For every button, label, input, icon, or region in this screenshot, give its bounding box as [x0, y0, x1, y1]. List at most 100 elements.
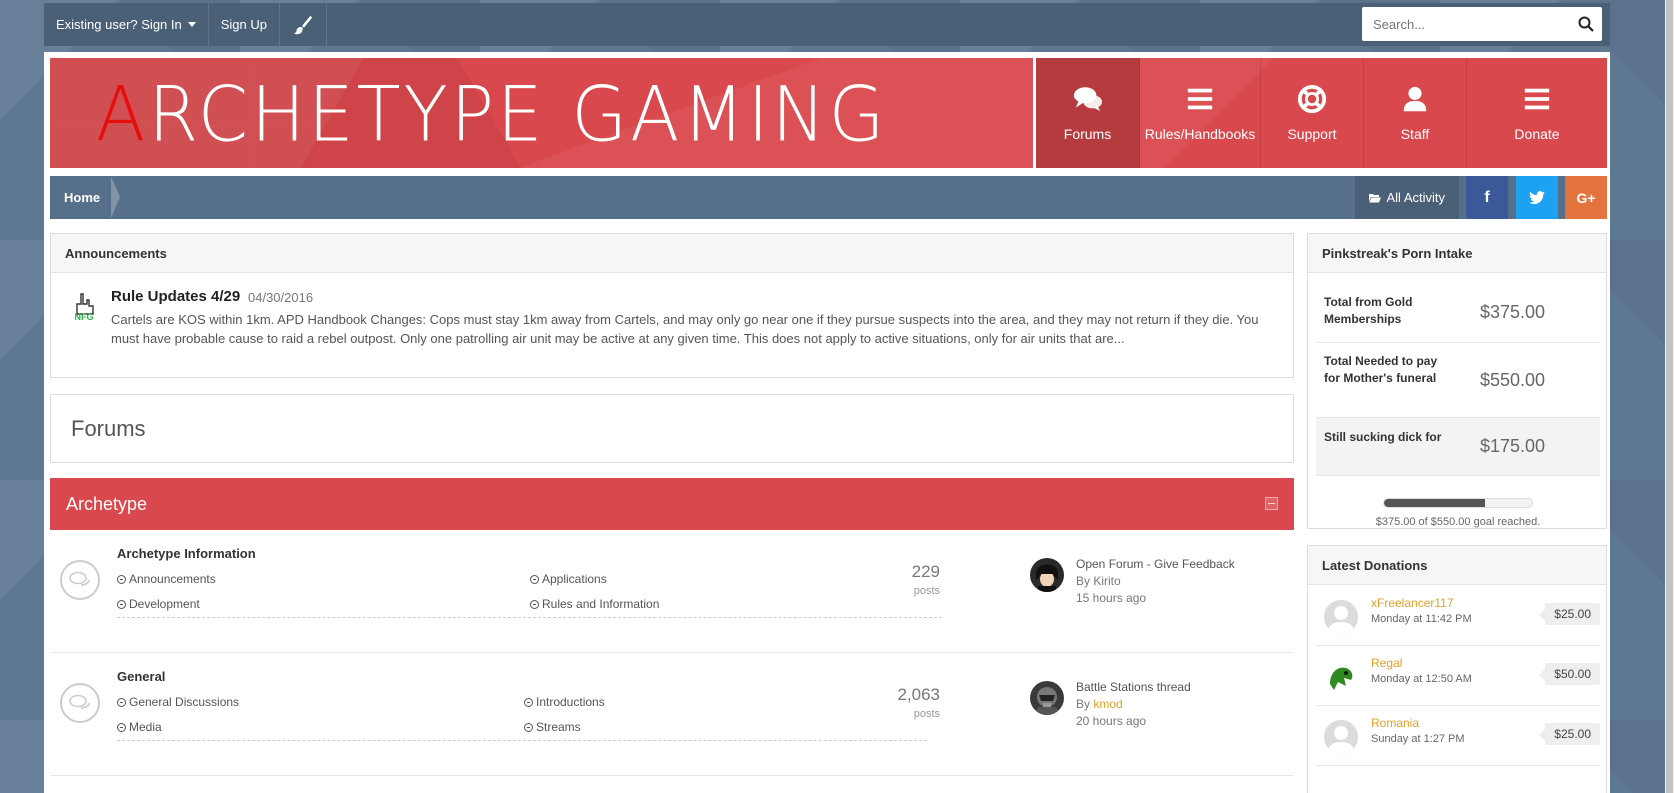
sign-up-link[interactable]: Sign Up: [209, 3, 280, 46]
theme-button[interactable]: [280, 3, 327, 46]
donation-goal-widget: Pinkstreak's Porn Intake Total from Gold…: [1307, 233, 1607, 529]
nav-rules[interactable]: Rules/Handbooks: [1140, 58, 1261, 168]
announcement-title[interactable]: Rule Updates 4/29: [111, 288, 240, 305]
subforum-icon: [117, 574, 126, 584]
facebook-button[interactable]: f: [1466, 176, 1508, 219]
scrollbar[interactable]: [1665, 0, 1674, 793]
subforum-link[interactable]: Applications: [530, 572, 607, 586]
breadcrumb-home-label: Home: [64, 190, 101, 205]
post-count-label: posts: [913, 585, 940, 597]
goal-progress-text: $375.00 of $550.00 goal reached.: [1375, 516, 1541, 528]
sign-up-label: Sign Up: [220, 17, 267, 32]
all-activity-label: All Activity: [1386, 190, 1445, 205]
subforum-link[interactable]: Announcements: [117, 572, 216, 586]
post-count: 2,063: [897, 685, 940, 704]
divider: [117, 740, 927, 741]
forum-comments-icon: [60, 683, 100, 723]
subforum-label: Streams: [536, 720, 581, 734]
comments-icon: [1073, 87, 1102, 112]
last-post-title[interactable]: Battle Stations thread: [1076, 680, 1191, 694]
all-activity-button[interactable]: All Activity: [1355, 176, 1459, 219]
subforum-link[interactable]: Introductions: [524, 695, 605, 709]
goal-row-label: Total from Gold Memberships: [1324, 295, 1413, 326]
twitter-button[interactable]: [1516, 176, 1558, 219]
announcements-heading: Announcements: [51, 234, 1293, 273]
user-bar: Existing user? Sign In Sign Up: [44, 3, 1610, 46]
goal-row: Total from Gold Memberships $375.00: [1316, 280, 1600, 343]
goal-row-label: Total Needed to pay for Mother's funeral: [1324, 354, 1438, 385]
post-count: 229: [911, 562, 940, 581]
bars-icon: [1524, 88, 1550, 110]
goal-row-amount: $550.00: [1480, 370, 1546, 390]
collapse-icon[interactable]: [1265, 497, 1278, 510]
google-plus-button[interactable]: G+: [1565, 176, 1607, 219]
donation-item: Regal Monday at 12:50 AM $50.00: [1316, 646, 1600, 706]
sign-in-label: Existing user? Sign In: [56, 17, 182, 32]
breadcrumb: Home All Activity f G+: [50, 176, 1607, 219]
last-post-time: 20 hours ago: [1076, 714, 1147, 728]
facebook-icon: f: [1484, 188, 1490, 206]
subforum-link[interactable]: Rules and Information: [530, 597, 659, 611]
search-input[interactable]: [1362, 7, 1570, 41]
announcements-widget: Announcements NFG Rule Updates 4/29 04/3…: [50, 233, 1294, 378]
goal-widget-heading: Pinkstreak's Porn Intake: [1308, 234, 1606, 273]
subforum-icon: [524, 697, 533, 707]
google-plus-icon: G+: [1576, 189, 1596, 206]
goal-row: Total Needed to pay for Mother's funeral…: [1316, 343, 1600, 418]
last-post-title[interactable]: Open Forum - Give Feedback: [1076, 557, 1235, 571]
page-container: ARCHETYPE GAMING Forums Rules/Handbooks: [44, 52, 1610, 793]
goal-row-amount: $175.00: [1480, 436, 1546, 456]
forums-heading: Forums: [71, 415, 146, 441]
nav-staff[interactable]: Staff: [1364, 58, 1467, 168]
search-icon[interactable]: [1570, 7, 1602, 41]
subforum-label: Introductions: [536, 695, 605, 709]
divider: [117, 617, 942, 618]
author-name[interactable]: kmod: [1093, 697, 1122, 711]
avatar[interactable]: [1030, 681, 1064, 715]
lifebuoy-icon: [1297, 84, 1327, 114]
goal-progress-fill: [1384, 499, 1485, 507]
caret-down-icon: [187, 22, 196, 27]
nav-forums[interactable]: Forums: [1036, 58, 1140, 168]
nav-donate[interactable]: Donate: [1467, 58, 1607, 168]
avatar[interactable]: [1030, 558, 1064, 592]
bars-icon: [1187, 88, 1213, 110]
goal-progress-bar: [1383, 498, 1533, 508]
sign-in-dropdown[interactable]: Existing user? Sign In: [44, 3, 209, 46]
donations-heading: Latest Donations: [1308, 546, 1606, 585]
twitter-icon: [1529, 190, 1545, 204]
goal-row: Still sucking dick for $175.00: [1316, 418, 1600, 476]
logo-banner[interactable]: ARCHETYPE GAMING: [50, 58, 1033, 168]
folder-open-icon: [1369, 193, 1382, 202]
donor-name[interactable]: Regal: [1371, 656, 1402, 670]
subforum-link[interactable]: Streams: [524, 720, 581, 734]
announcement-avatar[interactable]: NFG: [67, 290, 101, 324]
subforum-link[interactable]: Media: [117, 720, 162, 734]
announcement-date: 04/30/2016: [248, 290, 314, 305]
avatar[interactable]: [1324, 720, 1358, 754]
breadcrumb-home[interactable]: Home: [50, 176, 121, 219]
category-title[interactable]: Archetype: [66, 494, 147, 515]
subforum-label: Announcements: [129, 572, 216, 586]
scrollbar-thumb[interactable]: [1666, 0, 1673, 793]
author-name[interactable]: Kirito: [1093, 574, 1120, 588]
forum-title[interactable]: General: [117, 669, 165, 684]
subforum-label: Media: [129, 720, 162, 734]
avatar[interactable]: [1324, 660, 1358, 694]
nav-support[interactable]: Support: [1261, 58, 1364, 168]
subforum-link[interactable]: Development: [117, 597, 200, 611]
subforum-label: Applications: [542, 572, 607, 586]
donation-item: Romania Sunday at 1:27 PM $25.00: [1316, 706, 1600, 766]
avatar[interactable]: [1324, 600, 1358, 634]
donation-item: xFreelancer117 Monday at 11:42 PM $25.00: [1316, 586, 1600, 646]
category-header: Archetype: [50, 478, 1294, 530]
donor-name[interactable]: Romania: [1371, 716, 1419, 730]
subforum-icon: [530, 574, 539, 584]
latest-donations-widget: Latest Donations xFreelancer117 Monday a…: [1307, 545, 1607, 793]
forum-row: Archetype Information Announcements Appl…: [50, 530, 1294, 653]
donor-name[interactable]: xFreelancer117: [1371, 596, 1454, 610]
forum-title[interactable]: Archetype Information: [117, 546, 256, 561]
subforum-link[interactable]: General Discussions: [117, 695, 239, 709]
by-prefix: By: [1076, 697, 1094, 711]
nav-donate-label: Donate: [1514, 126, 1560, 142]
